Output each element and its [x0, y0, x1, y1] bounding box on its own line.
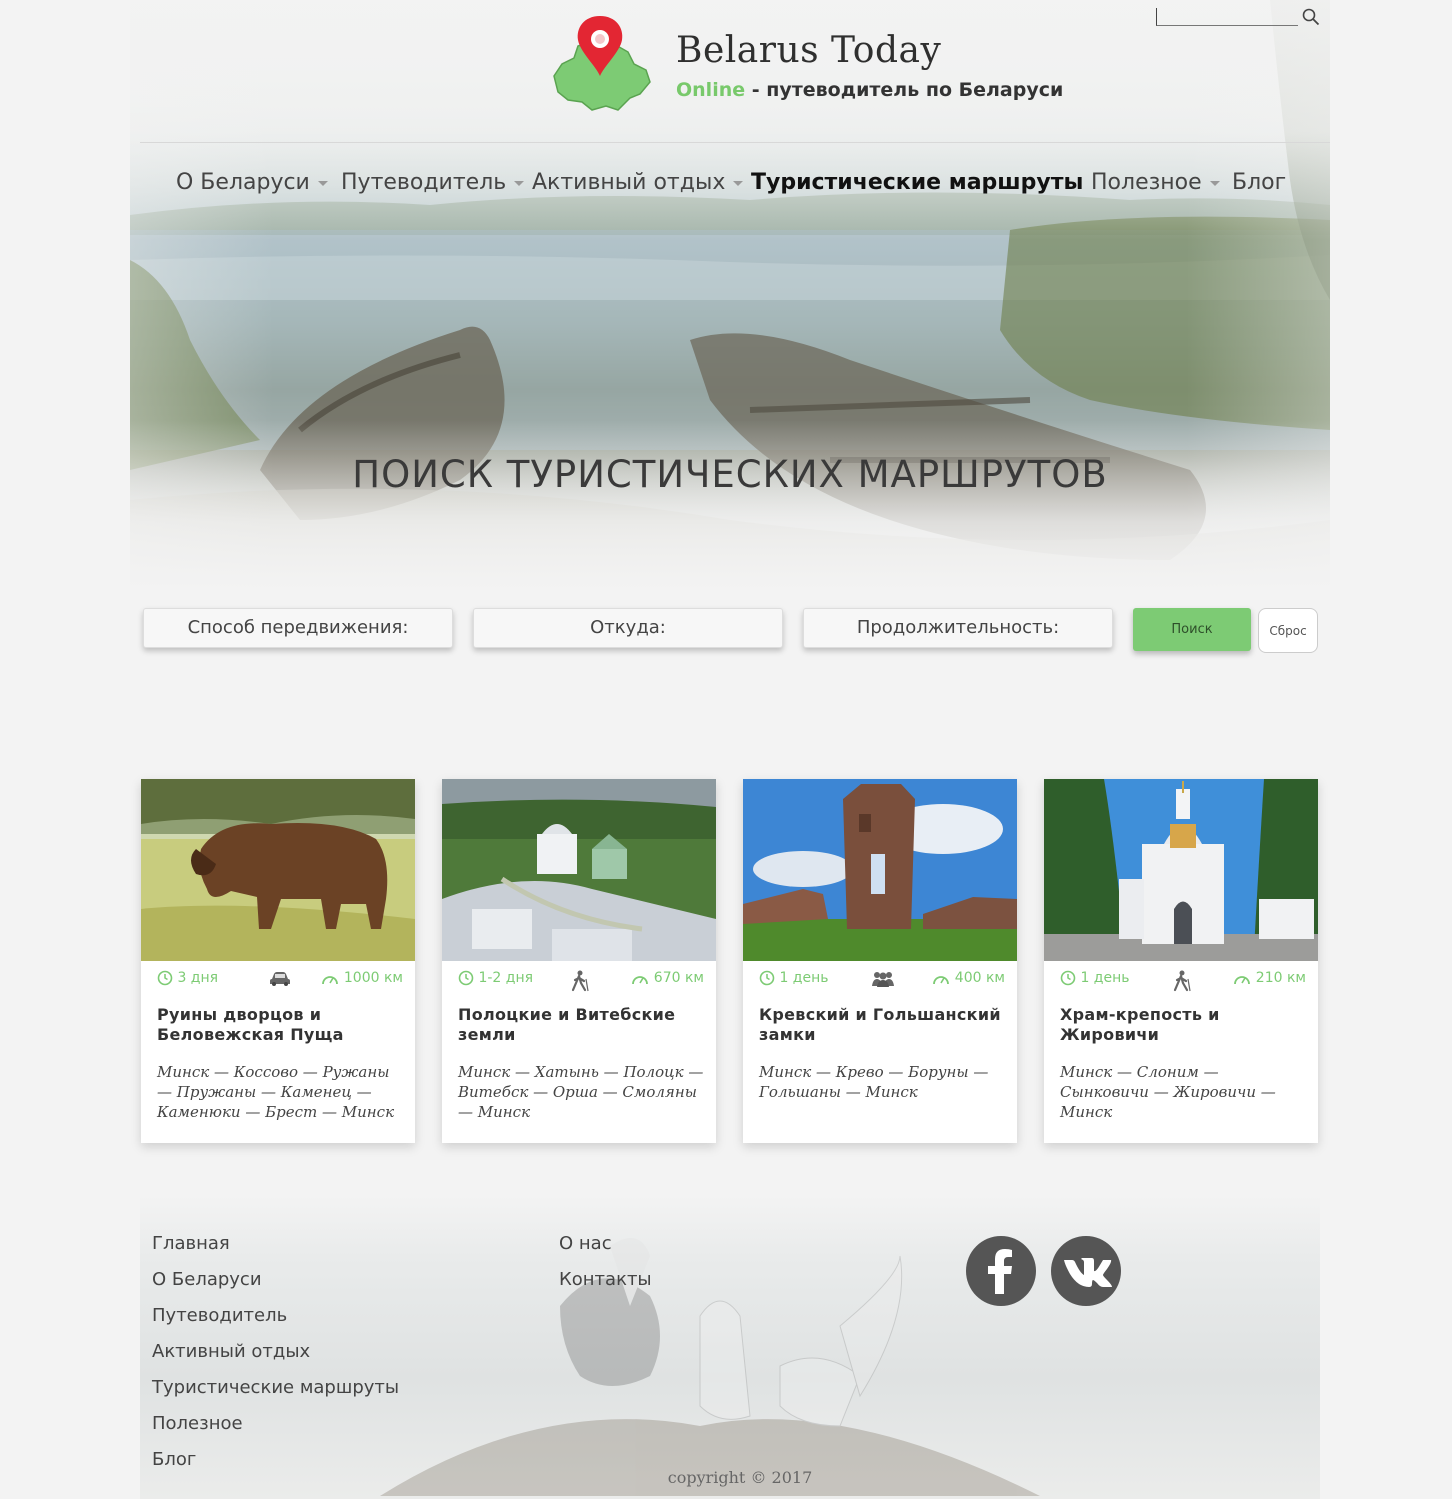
clock-icon — [1060, 970, 1076, 986]
nav-item-active-rest[interactable]: Активный отдых — [532, 170, 744, 195]
route-card[interactable]: 1 день 400 км Кревский и Гольшанский зам… — [743, 779, 1017, 1143]
chevron-down-icon — [514, 180, 525, 186]
facebook-icon[interactable] — [966, 1236, 1036, 1306]
copyright: copyright © 2017 — [667, 1468, 813, 1487]
footer-link-about-us[interactable]: О нас — [559, 1232, 652, 1268]
tagline-text: - путеводитель по Беларуси — [745, 79, 1064, 101]
walking-icon — [1172, 970, 1194, 992]
route-card[interactable]: 3 дня 1000 км Руины дворцов и Беловежска… — [141, 779, 415, 1143]
duration: 1 день — [1060, 970, 1130, 986]
vk-icon[interactable] — [1051, 1236, 1121, 1306]
hero-fade-bottom — [130, 420, 1330, 590]
route-title: Кревский и Гольшанский замки — [759, 1005, 1001, 1044]
footer-link-home[interactable]: Главная — [152, 1232, 399, 1268]
duration: 3 дня — [157, 970, 218, 986]
route-title: Руины дворцов и Беловежская Пуща — [157, 1005, 344, 1044]
from-filter[interactable]: Откуда: — [473, 608, 783, 648]
site-search — [1156, 8, 1320, 28]
reset-button[interactable]: Сброс — [1258, 608, 1318, 653]
nav-item-blog[interactable]: Блог — [1232, 170, 1286, 195]
route-meta: 1 день 210 км — [1060, 970, 1306, 992]
speedometer-icon — [322, 976, 339, 985]
route-title: Храм-крепость и Жировичи — [1060, 1005, 1220, 1044]
route-meta: 3 дня 1000 км — [157, 970, 403, 990]
duration: 1 день — [759, 970, 829, 986]
clock-icon — [759, 970, 775, 986]
footer-nav-primary: Главная О Беларуси Путеводитель Активный… — [152, 1232, 399, 1484]
footer-link-routes[interactable]: Туристические маршруты — [152, 1376, 399, 1412]
distance: 210 км — [1233, 970, 1306, 986]
footer-link-contacts[interactable]: Контакты — [559, 1268, 652, 1304]
chevron-down-icon — [733, 180, 744, 186]
footer-nav-secondary: О нас Контакты — [559, 1232, 652, 1304]
header-divider — [140, 142, 1330, 143]
nav-item-useful[interactable]: Полезное — [1091, 170, 1220, 195]
route-meta: 1 день 400 км — [759, 970, 1005, 990]
main-nav: О Беларуси Путеводитель Активный отдых Т… — [130, 170, 1330, 206]
search-button[interactable]: Поиск — [1133, 608, 1251, 651]
speedometer-icon — [1234, 976, 1251, 985]
route-path: Минск — Хатынь — Полоцк — Витебск — Орша… — [458, 1063, 704, 1121]
clock-icon — [458, 970, 474, 986]
distance: 400 км — [932, 970, 1005, 986]
footer-link-about-belarus[interactable]: О Беларуси — [152, 1268, 399, 1304]
route-path: Минск — Слоним — Сынковичи — Жировичи — … — [1060, 1063, 1276, 1121]
chevron-down-icon — [317, 180, 328, 186]
duration: 1-2 дня — [458, 970, 533, 986]
footer-link-active-rest[interactable]: Активный отдых — [152, 1340, 399, 1376]
route-meta: 1-2 дня 670 км — [458, 970, 704, 992]
distance: 670 км — [631, 970, 704, 986]
footer-link-useful[interactable]: Полезное — [152, 1412, 399, 1448]
site-tagline: Online - путеводитель по Беларуси — [676, 79, 1063, 101]
duration-filter[interactable]: Продолжительность: — [803, 608, 1113, 648]
route-card[interactable]: 1-2 дня 670 км Полоцкие и Витебские земл… — [442, 779, 716, 1143]
zhirovichi-church-photo — [1044, 779, 1318, 961]
page-title: ПОИСК ТУРИСТИЧЕСКИХ МАРШРУТОВ — [352, 453, 1108, 496]
route-path: Минск — Крево — Боруны — Гольшаны — Минс… — [759, 1063, 989, 1101]
polotsk-monastery-photo — [442, 779, 716, 961]
walking-icon — [570, 970, 592, 992]
footer-link-guide[interactable]: Путеводитель — [152, 1304, 399, 1340]
nav-item-about[interactable]: О Беларуси — [176, 170, 328, 195]
site-title[interactable]: Belarus Today — [676, 30, 941, 71]
belarus-map-pin-logo[interactable] — [548, 14, 654, 114]
transport-filter[interactable]: Способ передвижения: — [143, 608, 453, 648]
route-title: Полоцкие и Витебские земли — [458, 1005, 676, 1044]
nav-item-guide[interactable]: Путеводитель — [341, 170, 525, 195]
route-path: Минск — Коссово — Ружаны — Пружаны — Кам… — [157, 1063, 395, 1121]
search-icon[interactable] — [1302, 8, 1320, 26]
group-icon — [871, 970, 894, 990]
speedometer-icon — [632, 976, 649, 985]
nav-item-routes[interactable]: Туристические маршруты — [751, 170, 1083, 195]
speedometer-icon — [933, 976, 950, 985]
tagline-online: Online — [676, 79, 746, 101]
bison-photo — [141, 779, 415, 961]
clock-icon — [157, 970, 173, 986]
search-input[interactable] — [1156, 8, 1298, 26]
chevron-down-icon — [1209, 180, 1220, 186]
route-card[interactable]: 1 день 210 км Храм-крепость и Жировичи М… — [1044, 779, 1318, 1143]
krevo-castle-photo — [743, 779, 1017, 961]
car-icon — [269, 970, 291, 990]
distance: 1000 км — [321, 970, 403, 986]
